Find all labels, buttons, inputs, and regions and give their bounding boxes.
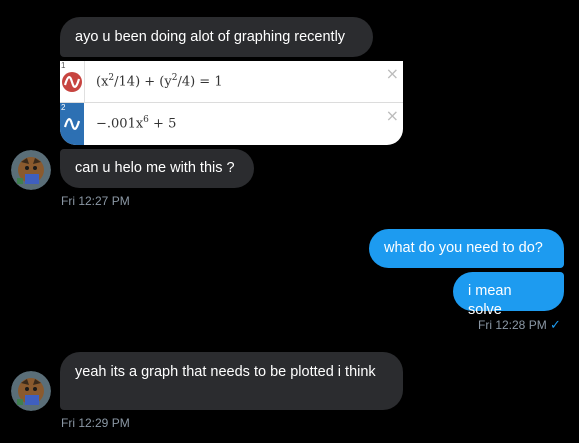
incoming-message-bubble: yeah its a graph that needs to be plotte… [60, 352, 403, 410]
message-text: ayo u been doing alot of graphing recent… [75, 29, 346, 45]
message-timestamp: Fri 12:27 PM [61, 194, 130, 208]
avatar[interactable] [11, 371, 51, 411]
message-text: yeah its a graph that needs to be plotte… [75, 364, 376, 380]
expression-number: 1 [61, 61, 66, 70]
delete-expression-icon[interactable]: × [386, 64, 399, 83]
desmos-expression-row[interactable]: 2 −.001x6 + 5 × [60, 103, 403, 145]
desmos-expression-card[interactable]: 1 (x2/14) + (y2/4) = 1 × 2 −.001x6 + 5 × [60, 61, 403, 145]
avatar[interactable] [11, 150, 51, 190]
outgoing-message-bubble: i mean solve [453, 272, 564, 318]
expression-text: −.001x6 + 5 [96, 115, 177, 132]
expression-number: 2 [61, 103, 66, 112]
desmos-expression-row[interactable]: 1 (x2/14) + (y2/4) = 1 × [60, 61, 403, 103]
expression-text: (x2/14) + (y2/4) = 1 [96, 73, 223, 90]
message-text: can u helo me with this ? [75, 160, 235, 176]
message-timestamp: Fri 12:28 PM ✓ [478, 317, 561, 332]
incoming-message-bubble: ayo u been doing alot of graphing recent… [60, 17, 373, 57]
sent-check-icon: ✓ [550, 317, 561, 332]
message-text: i mean solve [468, 283, 512, 318]
outgoing-message-bubble: what do you need to do? [369, 229, 564, 268]
message-timestamp: Fri 12:29 PM [61, 416, 130, 430]
message-text: what do you need to do? [384, 240, 543, 256]
incoming-message-bubble: can u helo me with this ? [60, 149, 254, 188]
delete-expression-icon[interactable]: × [386, 106, 399, 125]
